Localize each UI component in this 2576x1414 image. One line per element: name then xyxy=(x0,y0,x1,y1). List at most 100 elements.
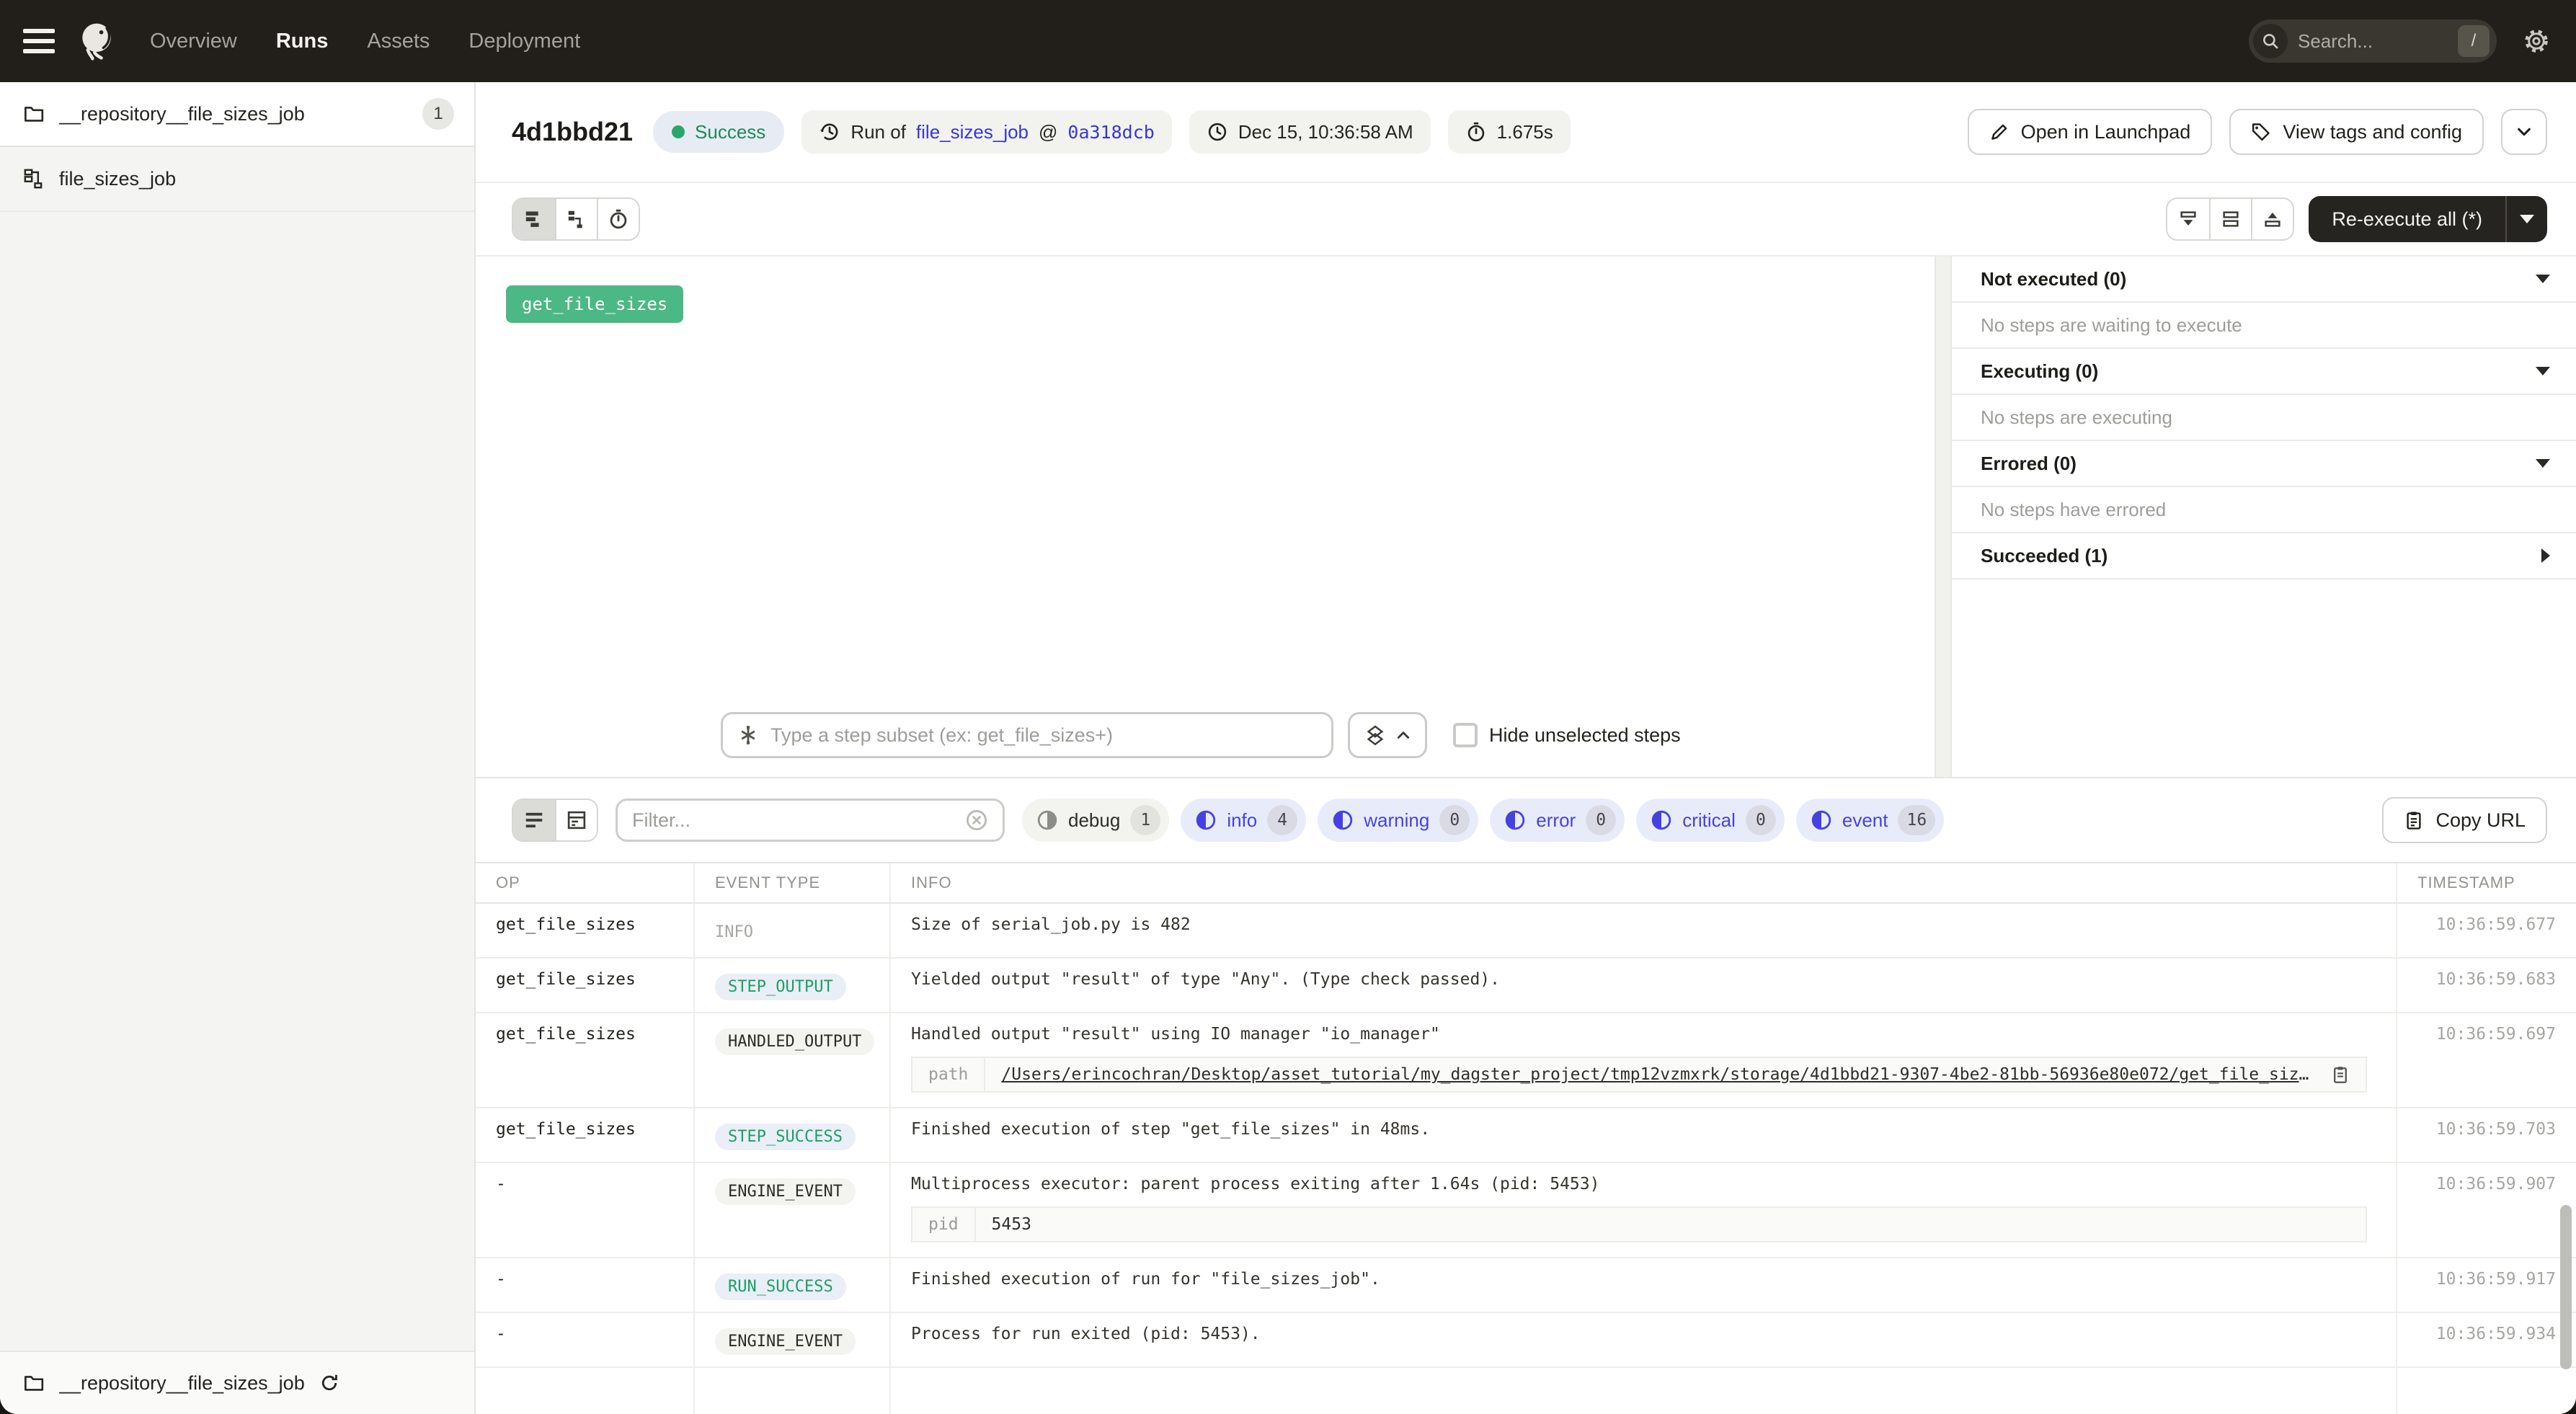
log-row[interactable]: get_file_sizes INFO Size of serial_job.p… xyxy=(476,904,2576,959)
job-link[interactable]: file_sizes_job xyxy=(916,121,1029,143)
stopwatch-icon xyxy=(608,208,629,230)
status-section-succeeded[interactable]: Succeeded (1) xyxy=(1952,533,2576,579)
toggle-info[interactable]: info 4 xyxy=(1181,799,1306,842)
reexecute-dropdown-button[interactable] xyxy=(2505,196,2547,242)
toggle-warning[interactable]: warning 0 xyxy=(1318,799,1478,842)
copy-url-button[interactable]: Copy URL xyxy=(2382,797,2547,843)
run-duration-chip: 1.675s xyxy=(1448,110,1571,154)
log-op: - xyxy=(476,1258,695,1313)
status-caption-row: No steps are executing xyxy=(1952,395,2576,441)
log-structured-view-button[interactable] xyxy=(555,800,597,840)
path-link[interactable]: /Users/erincochran/Desktop/asset_tutoria… xyxy=(1001,1065,2318,1084)
log-row[interactable]: get_file_sizes STEP_SUCCESS Finished exe… xyxy=(476,1108,2576,1163)
run-toolbar-right: Re-execute all (*) xyxy=(2166,196,2547,242)
section-title: Not executed (0) xyxy=(1981,268,2536,290)
event-type-badge: INFO xyxy=(715,919,766,946)
toggle-label: debug xyxy=(1068,809,1120,832)
search-input[interactable] xyxy=(2298,30,2448,53)
nav-item-deployment[interactable]: Deployment xyxy=(468,30,580,53)
history-icon xyxy=(819,121,840,143)
commit-sha-link[interactable]: 0a318dcb xyxy=(1067,122,1154,143)
clipboard-icon xyxy=(2404,810,2424,830)
gantt-flat-view-button[interactable] xyxy=(513,199,555,239)
open-in-launchpad-button[interactable]: Open in Launchpad xyxy=(1968,109,2213,155)
column-header-op: OP xyxy=(476,863,695,904)
log-timestamp: 10:36:59.907 xyxy=(2397,1163,2576,1258)
toggle-half-circle-icon xyxy=(1036,809,1058,831)
log-toolbar: debug 1 info 4 warning xyxy=(476,778,2576,862)
chevron-down-icon xyxy=(2516,124,2532,140)
log-list-view-button[interactable] xyxy=(513,800,555,840)
sidebar-item-repository[interactable]: __repository__file_sizes_job 1 xyxy=(0,82,474,147)
metadata-value: /Users/erincochran/Desktop/asset_tutoria… xyxy=(985,1058,2366,1091)
event-type-badge: STEP_OUTPUT xyxy=(715,974,846,1000)
section-caption: No steps are executing xyxy=(1981,406,2172,429)
toggle-label: warning xyxy=(1364,809,1429,832)
log-info-text: Handled output "result" using IO manager… xyxy=(911,1025,1440,1044)
hide-unselected-steps-option[interactable]: Hide unselected steps xyxy=(1453,723,1681,747)
toggle-label: event xyxy=(1842,809,1888,832)
reexecute-all-button[interactable]: Re-execute all (*) xyxy=(2309,196,2505,242)
log-row[interactable]: - ENGINE_EVENT Process for run exited (p… xyxy=(476,1313,2576,1368)
toggle-half-circle-icon xyxy=(1332,809,1354,831)
run-actions-dropdown-button[interactable] xyxy=(2501,109,2547,155)
gantt-chart-pane[interactable]: get_file_sizes xyxy=(476,257,1935,777)
gantt-timer-view-button[interactable] xyxy=(597,199,639,239)
section-chevron-icon xyxy=(2541,548,2550,563)
log-info: Process for run exited (pid: 5453). xyxy=(891,1313,2397,1368)
reload-icon[interactable] xyxy=(319,1373,339,1393)
sidebar-footer-repository[interactable]: __repository__file_sizes_job xyxy=(0,1351,474,1414)
log-row[interactable]: get_file_sizes STEP_OUTPUT Yielded outpu… xyxy=(476,959,2576,1013)
gear-icon[interactable] xyxy=(2523,27,2550,55)
chevron-up-icon xyxy=(1396,728,1411,742)
log-row[interactable]: - ENGINE_EVENT Multiprocess executor: pa… xyxy=(476,1163,2576,1258)
global-search[interactable]: / xyxy=(2249,19,2497,63)
view-tags-config-label: View tags and config xyxy=(2283,121,2462,143)
gantt-scrollbar-gutter[interactable] xyxy=(1935,257,1952,777)
status-section-errored[interactable]: Errored (0) xyxy=(1952,441,2576,487)
nav-item-overview[interactable]: Overview xyxy=(150,30,237,53)
status-section-executing[interactable]: Executing (0) xyxy=(1952,349,2576,395)
gantt-waterfall-view-button[interactable] xyxy=(555,199,597,239)
log-filter-input[interactable] xyxy=(632,809,954,832)
op-selector-icon xyxy=(737,724,759,746)
log-timestamp: 10:36:59.683 xyxy=(2397,959,2576,1013)
column-header-timestamp: TIMESTAMP xyxy=(2397,863,2576,904)
repository-count-badge: 1 xyxy=(422,98,454,130)
list-view-icon xyxy=(523,809,545,831)
step-status-panel: Not executed (0) No steps are waiting to… xyxy=(1952,257,2576,777)
split-panels-button[interactable] xyxy=(2209,199,2251,239)
event-type-badge: RUN_SUCCESS xyxy=(715,1273,846,1300)
run-toolbar: Re-execute all (*) xyxy=(476,183,2576,257)
log-scrollbar-thumb[interactable] xyxy=(2560,1205,2572,1369)
expand-bottom-panel-button[interactable] xyxy=(2167,199,2209,239)
toggle-event[interactable]: event 16 xyxy=(1796,799,1944,842)
event-type-badge: ENGINE_EVENT xyxy=(715,1178,856,1205)
hide-unselected-checkbox[interactable] xyxy=(1453,723,1478,747)
graph-query-options-button[interactable] xyxy=(1348,712,1427,758)
hamburger-menu-icon[interactable] xyxy=(23,29,55,53)
log-row[interactable]: - RUN_SUCCESS Finished execution of run … xyxy=(476,1258,2576,1313)
view-tags-config-button[interactable]: View tags and config xyxy=(2229,109,2484,155)
step-subset-field[interactable] xyxy=(721,712,1333,758)
toggle-debug[interactable]: debug 1 xyxy=(1022,799,1169,842)
expand-top-panel-button[interactable] xyxy=(2251,199,2293,239)
toggle-error[interactable]: error 0 xyxy=(1490,799,1625,842)
gantt-step-bar[interactable]: get_file_sizes xyxy=(506,285,683,323)
step-subset-input[interactable] xyxy=(770,724,1317,747)
nav-item-assets[interactable]: Assets xyxy=(367,30,430,53)
log-op: get_file_sizes xyxy=(476,959,695,1013)
copy-to-clipboard-icon[interactable] xyxy=(2331,1065,2350,1084)
sidebar-item-job[interactable]: file_sizes_job xyxy=(0,147,474,212)
log-filter-field[interactable] xyxy=(616,799,1005,842)
status-section-not-executed[interactable]: Not executed (0) xyxy=(1952,257,2576,303)
column-header-info: INFO xyxy=(891,863,2397,904)
folder-icon xyxy=(23,103,45,125)
log-row[interactable]: get_file_sizes HANDLED_OUTPUT Handled ou… xyxy=(476,1013,2576,1108)
dagster-logo-icon[interactable] xyxy=(75,19,118,63)
event-type-badge: ENGINE_EVENT xyxy=(715,1328,856,1355)
clear-filter-icon[interactable] xyxy=(965,809,988,832)
run-status-badge[interactable]: Success xyxy=(653,111,784,153)
nav-item-runs[interactable]: Runs xyxy=(276,30,329,53)
toggle-critical[interactable]: critical 0 xyxy=(1636,799,1785,842)
